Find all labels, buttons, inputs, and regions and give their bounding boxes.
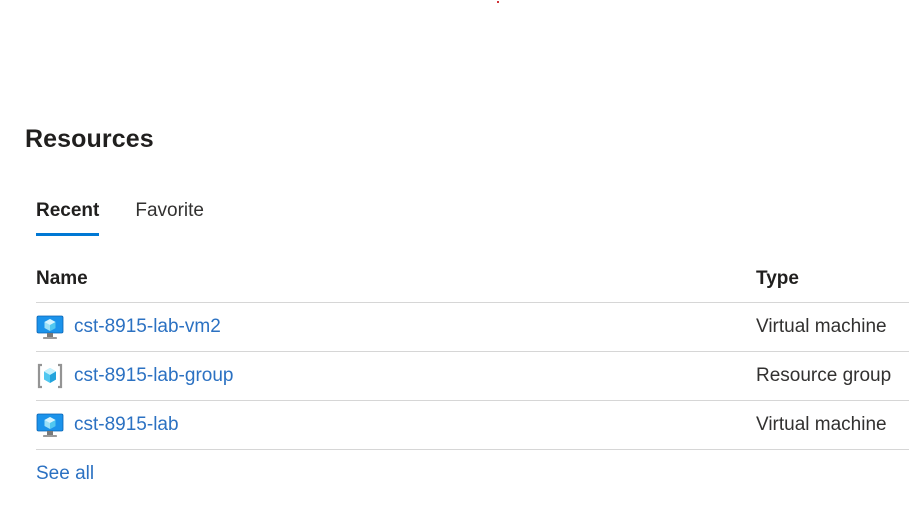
resources-title: Resources (25, 125, 154, 153)
tab-recent[interactable]: Recent (36, 198, 100, 236)
table-header-row: Name Type (36, 255, 909, 303)
name-cell: cst-8915-lab-group (36, 352, 233, 400)
name-cell: cst-8915-lab-vm2 (36, 303, 221, 351)
resource-link[interactable]: cst-8915-lab (74, 414, 179, 436)
resources-table: Name Type cst-8915-lab-vm2 Virtual machi… (36, 255, 909, 450)
type-cell: Virtual machine (756, 316, 887, 337)
resources-page: Resources Recent Favorite Name Type cst-… (0, 0, 909, 509)
tab-favorite[interactable]: Favorite (135, 198, 204, 236)
column-header-type[interactable]: Type (756, 255, 799, 302)
resource-link[interactable]: cst-8915-lab-vm2 (74, 316, 221, 338)
table-row: cst-8915-lab Virtual machine (36, 401, 909, 450)
table-row: cst-8915-lab-group Resource group (36, 352, 909, 401)
column-header-name[interactable]: Name (36, 255, 88, 302)
resource-group-icon (36, 362, 64, 390)
virtual-machine-icon (36, 313, 64, 341)
resource-link[interactable]: cst-8915-lab-group (74, 365, 233, 387)
type-cell: Resource group (756, 365, 892, 386)
table-row: cst-8915-lab-vm2 Virtual machine (36, 303, 909, 352)
see-all-link[interactable]: See all (36, 463, 94, 485)
type-cell: Virtual machine (756, 414, 887, 435)
red-dot-marker (497, 1, 499, 3)
resources-tabs: Recent Favorite (36, 198, 240, 238)
virtual-machine-icon (36, 411, 64, 439)
name-cell: cst-8915-lab (36, 401, 179, 449)
